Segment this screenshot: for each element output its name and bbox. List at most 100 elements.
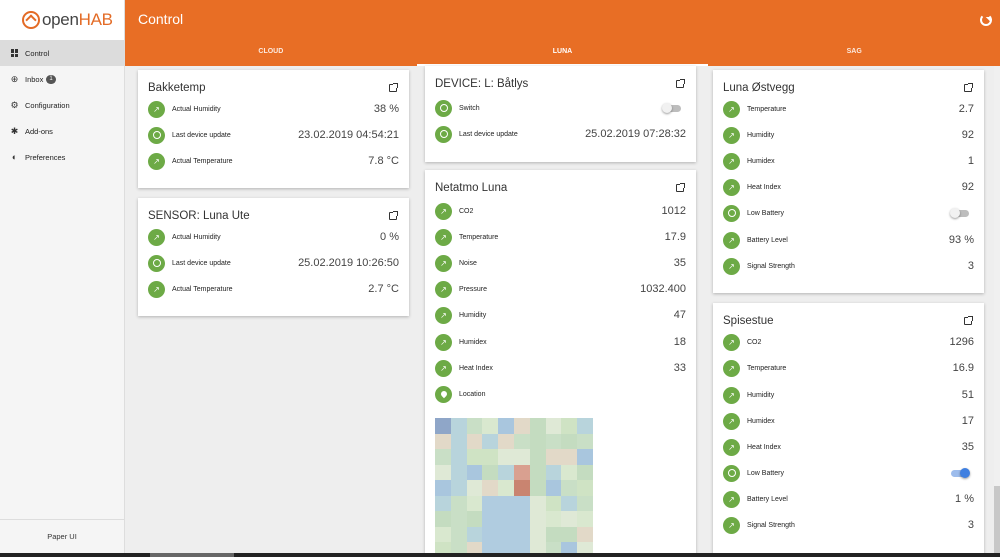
low-battery-toggle[interactable] xyxy=(951,467,970,478)
scrollbar[interactable] xyxy=(994,66,1000,556)
sidebar-item-preferences[interactable]: ◐ Preferences xyxy=(0,144,124,170)
list-item: ↗ Actual Humidity 0 % xyxy=(148,227,399,247)
list-item: ↗ CO2 1012 xyxy=(435,201,686,221)
tab-cloud[interactable]: CLOUD xyxy=(125,38,417,66)
gear-icon: ⚙ xyxy=(10,99,19,110)
list-item: Last device update 25.02.2019 07:28:32 xyxy=(435,124,686,144)
grid-icon xyxy=(10,49,19,58)
sidebar-item-configuration[interactable]: ⚙ Configuration xyxy=(0,92,124,118)
tab-sag[interactable]: SAG xyxy=(708,38,1000,66)
trending-icon: ↗ xyxy=(148,280,165,298)
sidebar-item-addons[interactable]: ✱ Add-ons xyxy=(0,118,124,144)
list-item: ↗ Humidex 17 xyxy=(723,411,974,431)
circle-icon xyxy=(723,204,740,222)
openhab-logo-icon xyxy=(22,11,40,29)
location-map[interactable] xyxy=(435,418,593,557)
trending-icon: ↗ xyxy=(723,438,740,456)
card-sensor-luna-ute: SENSOR: Luna Ute ↗ Actual Humidity 0 % L… xyxy=(138,198,409,316)
trending-icon: ↗ xyxy=(723,231,740,249)
taskbar xyxy=(0,553,1000,557)
list-item: ↗ Humidity 47 xyxy=(435,305,686,325)
trending-icon: ↗ xyxy=(148,152,165,170)
open-external-icon[interactable] xyxy=(676,79,685,88)
app-header: Control CLOUD LUNA SAG xyxy=(125,0,1000,66)
inbox-count-badge: 1 xyxy=(46,74,56,84)
list-item: ↗ Pressure 1032.400 xyxy=(435,279,686,299)
open-external-icon[interactable] xyxy=(389,211,398,220)
trending-icon: ↗ xyxy=(435,306,452,324)
card-device-batlys: DEVICE: L: Båtlys Switch Last device upd… xyxy=(425,66,696,162)
circle-icon xyxy=(148,254,165,272)
trending-icon: ↗ xyxy=(435,202,452,220)
trending-icon: ↗ xyxy=(723,516,740,534)
circle-icon xyxy=(723,464,740,482)
add-circle-icon: ⊕ xyxy=(10,73,19,84)
trending-icon: ↗ xyxy=(723,490,740,508)
sidebar-footer: Paper UI xyxy=(0,519,124,553)
trending-icon: ↗ xyxy=(148,100,165,118)
sidebar-item-inbox[interactable]: ⊕ Inbox 1 xyxy=(0,66,124,92)
contrast-icon: ◐ xyxy=(11,152,18,162)
page-title: Control xyxy=(138,11,184,27)
card-netatmo-luna: Netatmo Luna ↗ CO2 1012 ↗ Temperature 17… xyxy=(425,170,696,557)
card-title: DEVICE: L: Båtlys xyxy=(435,78,529,90)
sidebar-item-control[interactable]: Control xyxy=(0,40,124,66)
low-battery-toggle[interactable] xyxy=(950,207,969,218)
card-title: SENSOR: Luna Ute xyxy=(148,210,250,222)
sidebar-item-label: Configuration xyxy=(25,100,70,110)
list-item: ↗ Heat Index 33 xyxy=(435,358,686,378)
card-title: Luna Østvegg xyxy=(723,82,795,94)
logo-text: openHAB xyxy=(42,10,113,29)
list-item: ↗ Actual Temperature 2.7 °C xyxy=(148,279,399,299)
list-item: Location xyxy=(435,384,686,404)
trending-icon: ↗ xyxy=(723,100,740,118)
switch-toggle[interactable] xyxy=(662,102,681,113)
card-title: Netatmo Luna xyxy=(435,182,508,194)
list-item: ↗ Humidity 92 xyxy=(723,125,974,145)
open-external-icon[interactable] xyxy=(389,83,398,92)
trending-icon: ↗ xyxy=(723,386,740,404)
open-external-icon[interactable] xyxy=(964,83,973,92)
tab-luna[interactable]: LUNA xyxy=(416,38,709,66)
list-item: ↗ Battery Level 1 % xyxy=(723,489,974,509)
list-item: ↗ Noise 35 xyxy=(435,253,686,273)
refresh-icon[interactable] xyxy=(980,14,992,26)
list-item: Low Battery xyxy=(723,463,974,483)
openhab-logo[interactable]: openHAB xyxy=(0,0,124,40)
list-item: Low Battery xyxy=(723,203,974,223)
trending-icon: ↗ xyxy=(723,178,740,196)
card-spisestue: Spisestue ↗ CO2 1296 ↗ Temperature 16.9 … xyxy=(713,303,984,557)
tab-bar: CLOUD LUNA SAG xyxy=(125,38,1000,66)
sidebar: openHAB Control ⊕ Inbox 1 ⚙ Configuratio… xyxy=(0,0,125,553)
list-item: ↗ Heat Index 35 xyxy=(723,437,974,457)
list-item: Switch xyxy=(435,98,686,118)
open-external-icon[interactable] xyxy=(676,183,685,192)
list-item: Last device update 25.02.2019 10:26:50 xyxy=(148,253,399,273)
list-item: ↗ Temperature 2.7 xyxy=(723,99,974,119)
trending-icon: ↗ xyxy=(723,412,740,430)
trending-icon: ↗ xyxy=(435,333,452,351)
list-item: ↗ Signal Strength 3 xyxy=(723,515,974,535)
open-external-icon[interactable] xyxy=(964,316,973,325)
trending-icon: ↗ xyxy=(435,254,452,272)
list-item: ↗ Actual Humidity 38 % xyxy=(148,99,399,119)
card-bakketemp: Bakketemp ↗ Actual Humidity 38 % Last de… xyxy=(138,70,409,188)
list-item: ↗ Heat Index 92 xyxy=(723,177,974,197)
trending-icon: ↗ xyxy=(435,280,452,298)
list-item: ↗ Temperature 17.9 xyxy=(435,227,686,247)
sidebar-item-label: Inbox xyxy=(25,74,44,84)
trending-icon: ↗ xyxy=(723,359,740,377)
list-item: ↗ Actual Temperature 7.8 °C xyxy=(148,151,399,171)
trending-icon: ↗ xyxy=(723,333,740,351)
sidebar-item-label: Preferences xyxy=(25,152,66,162)
list-item: ↗ Battery Level 93 % xyxy=(723,230,974,250)
list-item: ↗ Temperature 16.9 xyxy=(723,358,974,378)
circle-icon xyxy=(435,99,452,117)
circle-icon xyxy=(435,125,452,143)
trending-icon: ↗ xyxy=(435,359,452,377)
puzzle-icon: ✱ xyxy=(10,125,19,136)
trending-icon: ↗ xyxy=(435,228,452,246)
list-item: ↗ Humidex 18 xyxy=(435,332,686,352)
sidebar-item-label: Control xyxy=(25,48,50,58)
trending-icon: ↗ xyxy=(723,126,740,144)
